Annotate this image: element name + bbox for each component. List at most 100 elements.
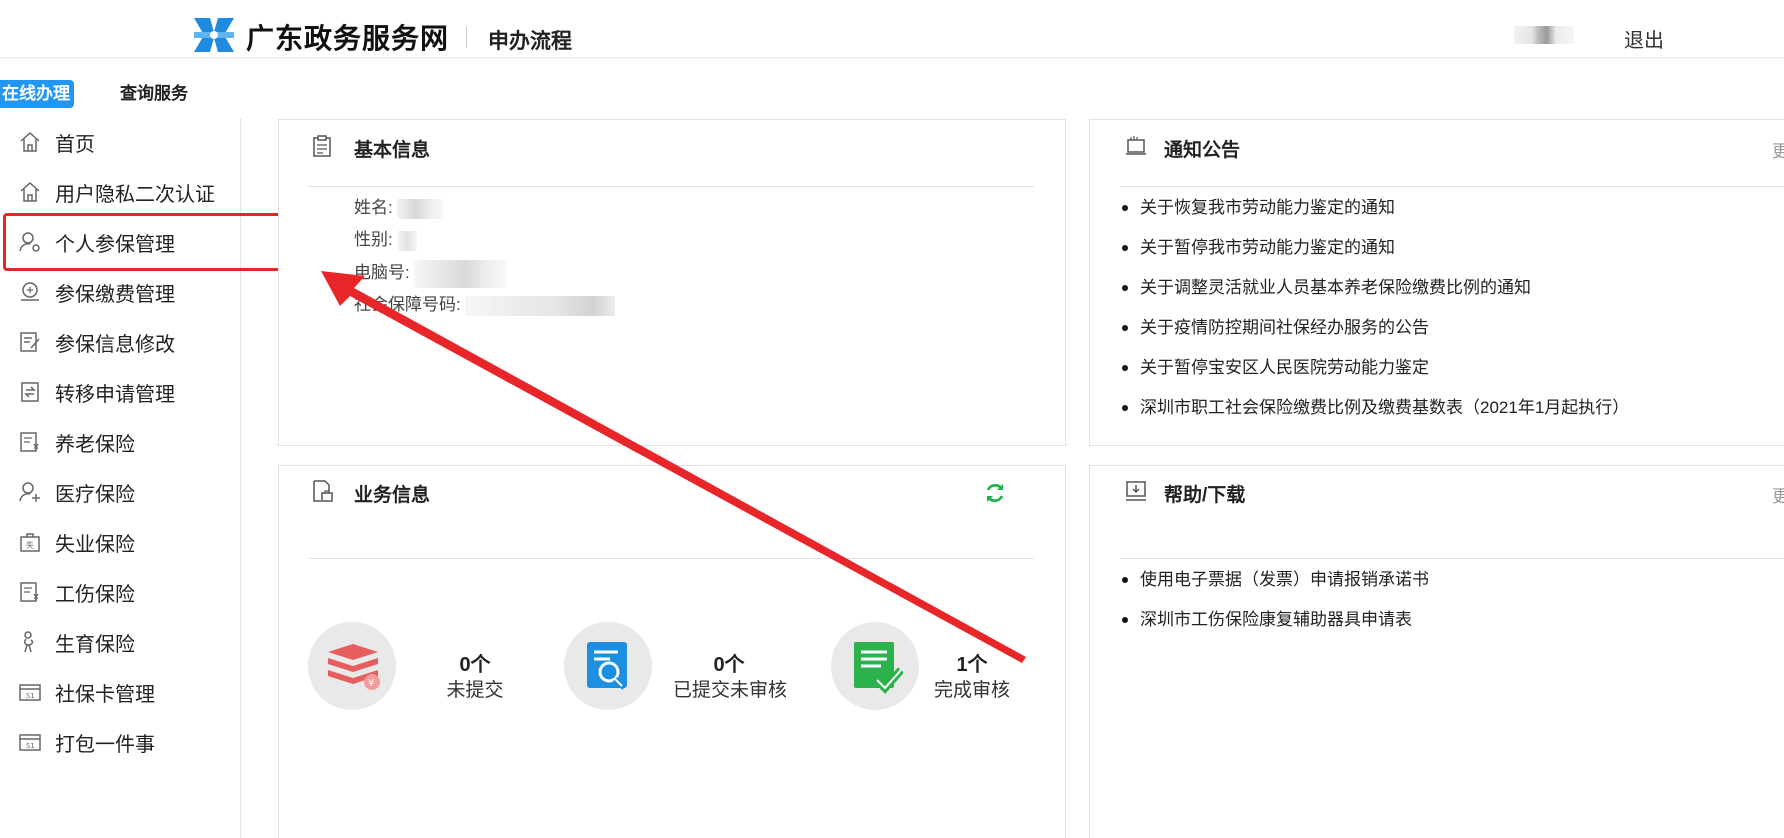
sidebar-item-injury[interactable]: 工伤保险: [0, 572, 241, 612]
refresh-icon[interactable]: [983, 481, 1007, 505]
notices-title: 通知公告: [1164, 140, 1241, 161]
svg-text:S1: S1: [26, 742, 34, 750]
sidebar-item-payment[interactable]: 参保缴费管理: [0, 272, 241, 312]
notice-item[interactable]: 关于暂停我市劳动能力鉴定的通知: [1120, 236, 1629, 276]
social-security-number-label: 社会保障号码:: [354, 295, 461, 314]
sidebar-item-label: 社保卡管理: [55, 683, 155, 706]
card-divider: [1120, 558, 1784, 559]
stack-icon: ¥: [328, 644, 380, 690]
name-label: 姓名:: [354, 198, 393, 217]
computer-number-value-blurred: [414, 259, 507, 288]
card-divider: [308, 186, 1034, 187]
sidebar-item-maternity[interactable]: 生育保险: [0, 622, 241, 662]
help-item[interactable]: 深圳市工伤保险康复辅助器具申请表: [1120, 608, 1429, 648]
yen-doc-icon: [20, 582, 39, 602]
download-icon: [1126, 481, 1146, 501]
sidebar-item-label: 打包一件事: [55, 733, 155, 756]
approved-doc-icon: [854, 642, 903, 694]
card-divider: [308, 558, 1034, 559]
notices-more-link[interactable]: 更: [1772, 137, 1784, 162]
clipboard-icon: [313, 135, 331, 157]
sidebar-item-label: 参保缴费管理: [55, 283, 175, 306]
social-security-number-value-blurred: [465, 295, 616, 316]
business-info-title: 业务信息: [354, 485, 431, 506]
username-blurred: [1514, 26, 1574, 44]
notice-item[interactable]: 深圳市职工社会保险缴费比例及缴费基数表（2021年1月起执行）: [1120, 396, 1629, 436]
svg-text:S1: S1: [26, 692, 34, 700]
tab-query[interactable]: 查询服务: [120, 82, 188, 106]
sidebar-item-info-edit[interactable]: 参保信息修改: [0, 322, 241, 362]
computer-number-field: 电脑号:: [354, 258, 507, 288]
unsubmitted-label: 未提交: [446, 680, 504, 701]
edit-doc-icon: [20, 332, 40, 352]
home-icon: [20, 181, 40, 202]
card-icon: S1: [19, 734, 41, 751]
pending-review-stat[interactable]: [564, 622, 652, 710]
top-header: 广东政务服务网 申办流程 退出: [0, 0, 1784, 58]
sidebar-item-home[interactable]: 首页: [0, 122, 241, 162]
sidebar-item-package[interactable]: S1 打包一件事: [0, 722, 241, 762]
pending-review-count: 0个: [713, 654, 745, 676]
card-divider: [1120, 186, 1784, 187]
process-link[interactable]: 申办流程: [488, 25, 572, 55]
maternity-icon: [24, 631, 34, 653]
search-doc-icon: [587, 642, 627, 690]
payment-icon: [21, 282, 39, 301]
sidebar-item-label: 失业保险: [55, 533, 135, 556]
notice-item[interactable]: 关于暂停宝安区人民医院劳动能力鉴定: [1120, 356, 1629, 396]
sidebar-item-personal-insurance[interactable]: 个人参保管理: [0, 222, 241, 262]
sidebar-item-label: 转移申请管理: [55, 383, 175, 406]
site-logo-icon: [194, 18, 234, 52]
sidebar-item-privacy-auth[interactable]: 用户隐私二次认证: [0, 172, 241, 212]
site-name[interactable]: 广东政务服务网: [246, 17, 449, 57]
notice-item[interactable]: 关于疫情防控期间社保经办服务的公告: [1120, 316, 1629, 356]
svg-text:失: 失: [26, 540, 34, 550]
card-icon: S1: [19, 684, 41, 701]
home-icon: [20, 131, 40, 152]
approved-stat[interactable]: [831, 622, 919, 710]
tab-online[interactable]: 在线办理: [0, 80, 74, 108]
sidebar-item-label: 养老保险: [55, 433, 135, 456]
help-list: 使用电子票据（发票）申请报销承诺书 深圳市工伤保险康复辅助器具申请表: [1120, 568, 1429, 648]
pending-review-label: 已提交未审核: [672, 680, 787, 701]
name-field: 姓名:: [354, 193, 444, 219]
gender-value-blurred: [397, 230, 418, 251]
computer-number-label: 电脑号:: [354, 263, 410, 282]
sidebar-item-label: 用户隐私二次认证: [55, 183, 215, 206]
sidebar-item-label: 个人参保管理: [55, 233, 175, 256]
notice-item[interactable]: 关于恢复我市劳动能力鉴定的通知: [1120, 196, 1629, 236]
sidebar-item-unemployment[interactable]: 失 失业保险: [0, 522, 241, 562]
help-item[interactable]: 使用电子票据（发票）申请报销承诺书: [1120, 568, 1429, 608]
transfer-icon: [21, 382, 39, 402]
person-gear-icon: [19, 232, 40, 252]
notice-item[interactable]: 关于调整灵活就业人员基本养老保险缴费比例的通知: [1120, 276, 1629, 316]
help-card: [1089, 465, 1784, 838]
help-title: 帮助/下载: [1164, 485, 1246, 506]
sidebar-item-card[interactable]: S1 社保卡管理: [0, 672, 241, 712]
sidebar-item-label: 参保信息修改: [55, 333, 175, 356]
gender-label: 性别:: [354, 230, 393, 249]
medical-person-icon: [19, 482, 40, 502]
sidebar-item-label: 工伤保险: [55, 583, 135, 606]
name-value-blurred: [397, 198, 444, 219]
unsubmitted-stat[interactable]: ¥: [308, 622, 396, 710]
sidebar-item-label: 医疗保险: [55, 483, 135, 506]
sidebar-item-pension[interactable]: 养老保险: [0, 422, 241, 462]
sidebar-item-medical[interactable]: 医疗保险: [0, 472, 241, 512]
sidebar-item-label: 生育保险: [55, 633, 135, 656]
unsubmitted-count: 0个: [459, 654, 491, 676]
svg-text:¥: ¥: [368, 678, 374, 689]
business-doc-icon: [313, 480, 333, 502]
sidebar: 首页 用户隐私二次认证 个人参保管理 参保缴费管理 参保信息修改 转移申请管理 …: [0, 118, 241, 838]
announcement-icon: [1126, 136, 1146, 155]
social-security-number-field: 社会保障号码:: [354, 290, 616, 316]
yen-doc-icon: [20, 432, 39, 452]
header-divider: [466, 26, 467, 48]
sidebar-item-label: 首页: [55, 133, 95, 156]
logout-link[interactable]: 退出: [1624, 24, 1664, 53]
gender-field: 性别:: [354, 225, 418, 251]
notice-list: 关于恢复我市劳动能力鉴定的通知 关于暂停我市劳动能力鉴定的通知 关于调整灵活就业…: [1120, 196, 1629, 436]
unemployment-icon: 失: [20, 533, 40, 552]
help-more-link[interactable]: 更: [1772, 482, 1784, 507]
sidebar-item-transfer[interactable]: 转移申请管理: [0, 372, 241, 412]
